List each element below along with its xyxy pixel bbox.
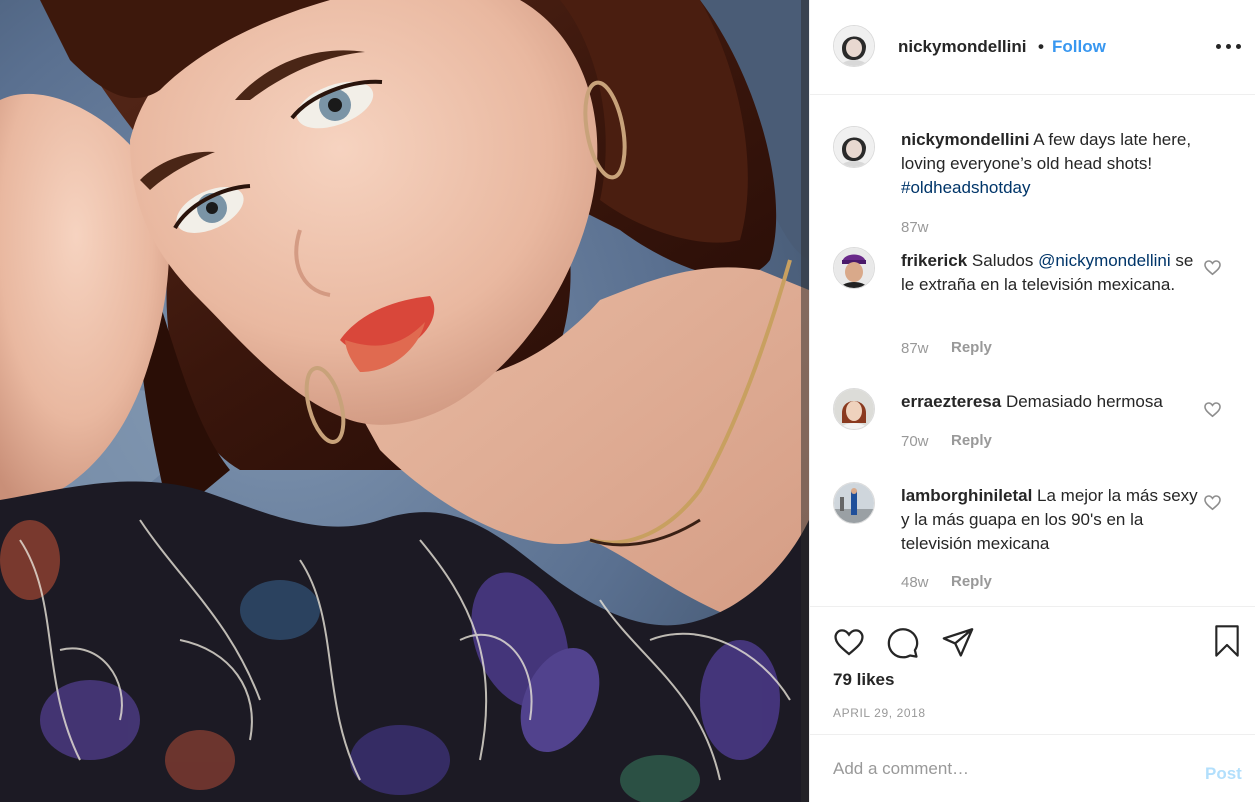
caption-text: nickymondellini A few days late here, lo… (901, 128, 1201, 200)
commenter-avatar[interactable] (833, 247, 875, 289)
bookmark-icon[interactable] (1211, 623, 1243, 659)
instagram-post: nickymondellini • Follow nickymondellini (0, 0, 1255, 802)
comment-body: Saludos (971, 251, 1034, 270)
caption-age[interactable]: 87w (901, 219, 929, 236)
post-actions: 79 likes APRIL 29, 2018 (810, 606, 1255, 734)
ellipsis-icon (1216, 44, 1221, 49)
heart-icon[interactable] (1203, 258, 1222, 277)
author-username[interactable]: nickymondellini (898, 37, 1026, 57)
speech-bubble-icon[interactable] (886, 625, 920, 659)
ellipsis-dot (1236, 44, 1241, 49)
comment-text: erraezteresa Demasiado hermosa (901, 390, 1201, 414)
comment-username[interactable]: frikerick (901, 251, 967, 270)
post-header: nickymondellini • Follow (810, 0, 1255, 95)
avatar-image (834, 389, 874, 429)
heart-icon[interactable] (832, 625, 866, 659)
comment-age[interactable]: 87w (901, 340, 929, 357)
follow-button[interactable]: Follow (1052, 37, 1106, 57)
avatar-image (834, 248, 874, 288)
avatar-image (834, 26, 874, 66)
post-comment-button[interactable]: Post (1205, 764, 1242, 784)
comment-username[interactable]: lamborghiniletal (901, 486, 1032, 505)
paper-plane-icon[interactable] (941, 625, 975, 659)
header-separator: • (1038, 37, 1044, 56)
post-sidebar: nickymondellini • Follow nickymondellini (809, 0, 1255, 802)
comment-body: Demasiado hermosa (1005, 392, 1163, 411)
commenter-avatar[interactable] (833, 388, 875, 430)
heart-icon[interactable] (1203, 493, 1222, 512)
comment-age[interactable]: 70w (901, 433, 929, 450)
post-photo[interactable] (0, 0, 809, 802)
caption-hashtag[interactable]: #oldheadshotday (901, 178, 1031, 197)
comment-input[interactable] (833, 757, 1163, 781)
commenter-avatar[interactable] (833, 482, 875, 524)
reply-button[interactable]: Reply (951, 573, 992, 590)
avatar-image (834, 127, 874, 167)
comment-age[interactable]: 48w (901, 574, 929, 591)
comment-text: frikerick Saludos @nickymondellini se le… (901, 249, 1201, 297)
more-options-button[interactable] (1216, 34, 1242, 58)
comment-mention[interactable]: @nickymondellini (1038, 251, 1171, 270)
avatar-image (834, 483, 874, 523)
reply-button[interactable]: Reply (951, 339, 992, 356)
comment-username[interactable]: erraezteresa (901, 392, 1001, 411)
ellipsis-dot (1226, 44, 1231, 49)
post-date[interactable]: APRIL 29, 2018 (833, 706, 926, 720)
reply-button[interactable]: Reply (951, 432, 992, 449)
author-avatar[interactable] (833, 25, 875, 67)
add-comment-bar: Post (810, 734, 1255, 802)
caption-avatar[interactable] (833, 126, 875, 168)
heart-icon[interactable] (1203, 400, 1222, 419)
caption-username[interactable]: nickymondellini (901, 130, 1029, 149)
portrait-image (0, 0, 809, 802)
comment-text: lamborghiniletal La mejor la más sexy y … (901, 484, 1201, 556)
likes-count[interactable]: 79 likes (833, 670, 894, 690)
